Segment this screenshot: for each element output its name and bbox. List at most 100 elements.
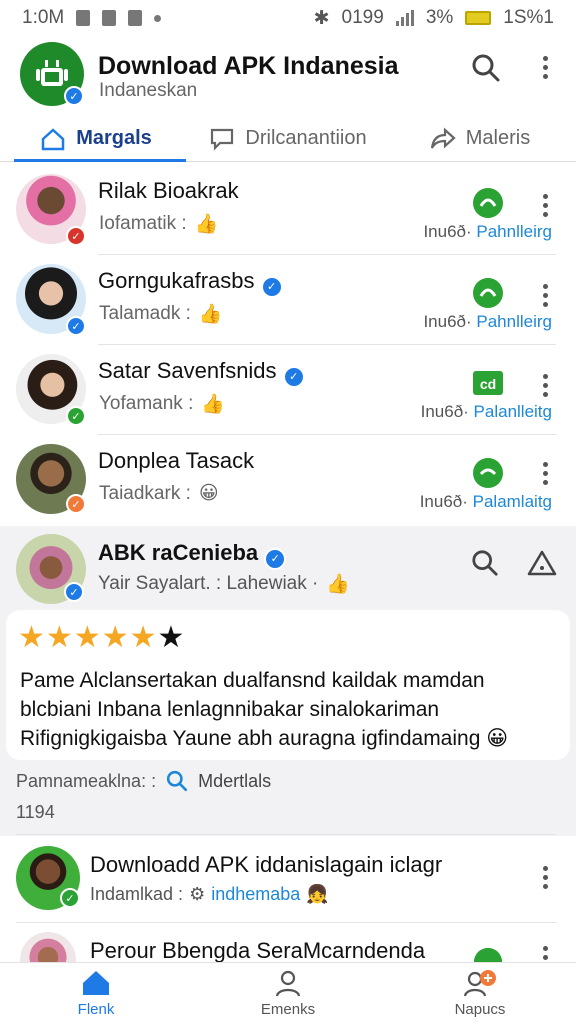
app-meta-link[interactable]: indhemaba [211, 884, 300, 905]
app-category-link[interactable]: Palamlaitg [473, 492, 552, 511]
star-icon: ★ [73, 621, 102, 654]
verified-icon: ✓ [264, 547, 287, 570]
smile-emoji-icon: 😀 [486, 727, 509, 750]
more-vert-icon[interactable] [543, 462, 548, 485]
more-notifications-icon [154, 14, 162, 22]
search-icon[interactable] [468, 546, 502, 580]
smile-emoji-icon: 😀 [198, 483, 219, 504]
thumbs-up-icon[interactable]: 👍 [326, 572, 350, 596]
list-item[interactable]: ✓ Donplea Tasack Taiadkark : 😀 Inu6ð· Pal… [0, 436, 576, 526]
nav-item-napucs[interactable]: Napucs [384, 963, 576, 1024]
home-icon [41, 127, 65, 150]
more-vert-icon[interactable] [543, 56, 548, 79]
network-status: 0199 [341, 7, 384, 28]
more-vert-icon[interactable] [543, 946, 548, 962]
status-badge: ✓ [66, 226, 86, 246]
app-icon[interactable] [471, 186, 505, 220]
details-link[interactable]: Mdertlals [198, 771, 271, 792]
app-meta: Taiadkark : 😀 [99, 482, 219, 505]
more-vert-icon[interactable] [543, 866, 548, 889]
tab-label: Drilcanantiion [245, 127, 367, 149]
avatar [20, 932, 76, 962]
divider [98, 254, 556, 255]
status-time: 1:0M [22, 7, 65, 28]
status-bar: 1:0M ✱ 0199 3% 1S%1 [0, 0, 576, 36]
tab-label: Margals [76, 127, 152, 149]
list-item[interactable]: ✓ Downloadd APK iddanislagain iclagr Ind… [0, 840, 576, 930]
app-name: Donplea Tasack [98, 448, 255, 473]
app-foot: Inu6ð· Pahnlleirg [423, 222, 552, 241]
more-vert-icon[interactable] [543, 194, 548, 217]
app-foot: Inu6ð· Pahnlleirg [423, 312, 552, 331]
bottom-navigation: Flenk Emenks Napucs [0, 962, 576, 1024]
tab-margals[interactable]: Margals [0, 116, 192, 162]
nav-label: Emenks [260, 1001, 316, 1018]
app-meta: Yofamank : 👍 [99, 392, 226, 416]
thumbs-up-icon[interactable]: 👍 [199, 302, 223, 326]
status-right: ✱ 0199 3% 1S%1 [314, 7, 554, 30]
message-icon [128, 10, 143, 26]
nav-label: Napucs [454, 1001, 506, 1018]
avatar-emoji-icon: 👧 [306, 884, 329, 904]
tab-label: Maleris [465, 127, 531, 149]
app-name: Perour Bbengda SeraMcarndenda [90, 938, 426, 962]
star-icon: ★ [101, 621, 130, 654]
app-icon[interactable] [471, 456, 505, 490]
app-notification-icon [102, 10, 117, 26]
list-item[interactable]: ✓ Rilak Bioakrak Iofamatik : 👍 Inu6ð· Pah… [0, 166, 576, 256]
share-icon [430, 127, 456, 149]
more-vert-icon[interactable] [543, 374, 548, 397]
svg-text:cd: cd [480, 376, 496, 392]
list-item[interactable]: ✓ Gorngukafrasbs ✓ Talamadk : 👍 Inu6ð· Pa… [0, 256, 576, 346]
search-icon[interactable] [468, 50, 504, 86]
app-name: Downloadd APK iddanislagain iclagr [90, 852, 443, 877]
app-category-link[interactable]: Palanlleitg [474, 402, 552, 421]
notification-icon [76, 10, 91, 26]
app-foot: Inu6ð· Palamlaitg [419, 492, 552, 511]
nav-item-flenk[interactable]: Flenk [0, 963, 192, 1024]
status-badge: ✓ [60, 888, 80, 908]
status-badge: ✓ [66, 406, 86, 426]
signal-icon [395, 10, 414, 26]
page-title: Download APK Indanesia [98, 52, 399, 80]
star-icon: ★ [18, 621, 46, 654]
thumbs-up-icon[interactable]: 👍 [195, 212, 219, 236]
app-category-link[interactable]: Pahnlleirg [476, 222, 552, 241]
battery-icon [465, 11, 492, 25]
more-vert-icon[interactable] [543, 284, 548, 307]
review-text: Pame Alclansertakan dualfansnd kaildak m… [20, 669, 509, 750]
status-left: 1:0M [22, 7, 162, 29]
list-item[interactable]: Perour Bbengda SeraMcarndenda [0, 926, 576, 962]
verified-icon: ✓ [282, 365, 305, 388]
list-item[interactable]: ✓ Satar Savenfsnids ✓ Yofamank : 👍 cd Inu… [0, 346, 576, 436]
verified-icon: ✓ [66, 316, 86, 336]
star-icon: ★ [129, 621, 158, 654]
divider [98, 434, 556, 435]
review-author: ABK raCenieba ✓ [98, 540, 287, 570]
tab-maleris[interactable]: Maleris [384, 116, 576, 161]
nav-label: Flenk [77, 1001, 115, 1018]
verified-icon: ✓ [64, 86, 84, 106]
tab-drilcanantiion[interactable]: Drilcanantiion [192, 116, 384, 161]
person-icon [275, 970, 301, 997]
add-friend-icon [463, 970, 496, 997]
search-icon[interactable] [166, 770, 188, 792]
app-icon[interactable] [472, 946, 504, 962]
review-card: ★★★★★★ Pame Alclansertakan dualfansnd ka… [6, 610, 570, 760]
app-icon[interactable] [471, 276, 505, 310]
nav-item-emenks[interactable]: Emenks [192, 963, 384, 1024]
star-icon: ★ [157, 621, 186, 654]
bluetooth-icon: ✱ [313, 7, 330, 29]
app-meta: Indamlkad : ⚙ indhemaba 👧 [90, 884, 329, 905]
thumbs-up-icon[interactable]: 👍 [201, 392, 225, 416]
app-icon[interactable]: cd [471, 366, 505, 400]
divider [98, 344, 556, 345]
status-clock-right: 1S%1 [503, 7, 554, 28]
warning-icon[interactable] [524, 546, 560, 580]
chat-bubble-icon [211, 128, 234, 151]
settings-icon: ⚙ [189, 884, 206, 904]
tab-bar: Margals Drilcanantiion Maleris [0, 116, 576, 162]
app-category-link[interactable]: Pahnlleirg [476, 312, 552, 331]
app-header: ✓ Download APK Indanesia Indaneskan [0, 38, 576, 116]
page-subtitle: Indaneskan [99, 80, 198, 101]
